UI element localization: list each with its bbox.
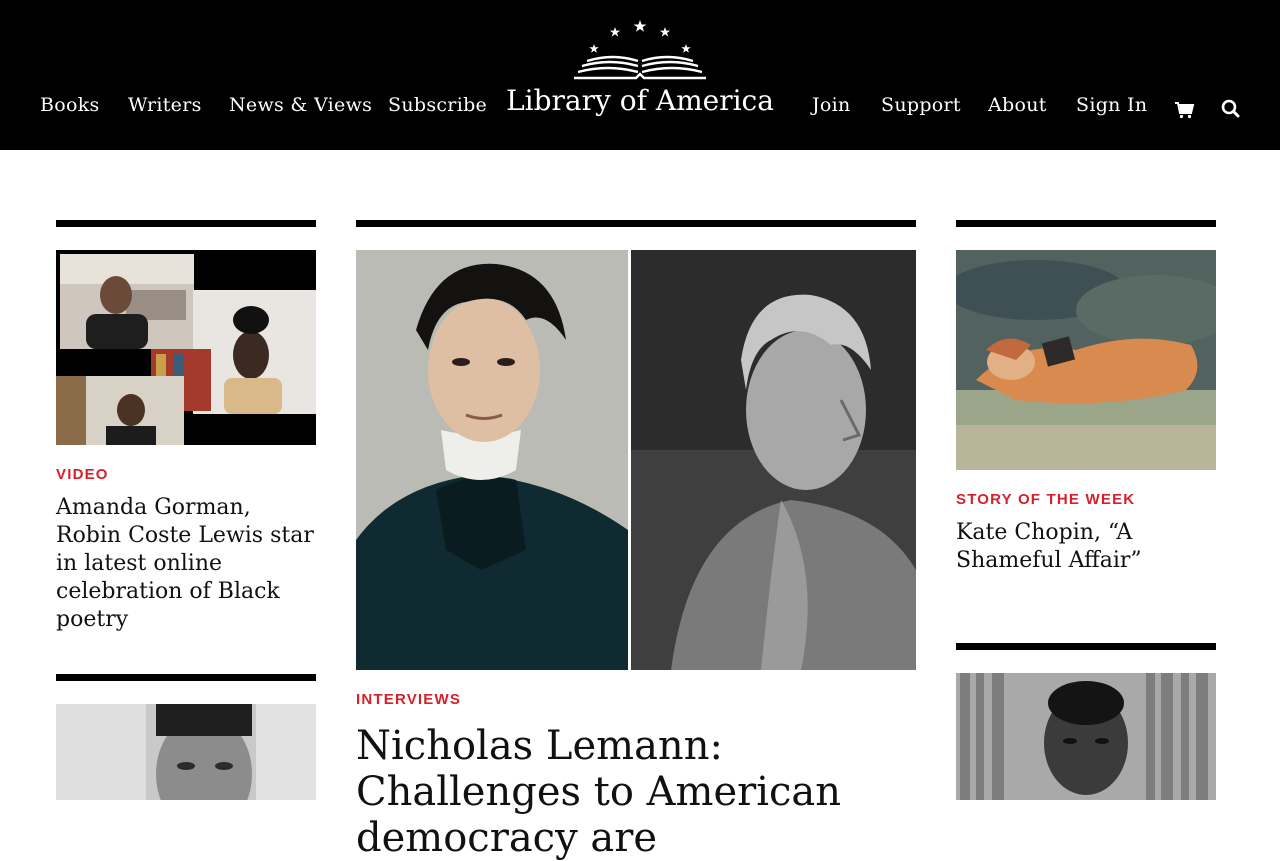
card-label-video[interactable]: VIDEO [56,466,109,483]
nav-support[interactable]: Support [881,94,961,116]
search-icon[interactable] [1220,98,1242,120]
tocqueville-portrait-image[interactable] [356,250,628,670]
nav-about[interactable]: About [988,94,1047,116]
card-headline-chopin[interactable]: Kate Chopin, “A Shameful Affair” [956,519,1216,575]
portrait-man-black-white-image[interactable] [56,704,316,800]
portrait-man-bookshelf-image[interactable] [956,673,1216,800]
section-rule [956,643,1216,650]
nav-writers[interactable]: Writers [128,94,202,116]
nav-books[interactable]: Books [40,94,100,116]
feature-label-interviews[interactable]: INTERVIEWS [356,691,461,708]
site-logo-text[interactable]: Library of America [500,84,780,117]
nav-join[interactable]: Join [812,94,851,116]
nav-news-views[interactable]: News & Views [229,94,372,116]
cart-icon[interactable] [1173,98,1195,120]
feature-headline-lemann[interactable]: Nicholas Lemann: Challenges to American … [356,723,936,861]
nav-subscribe[interactable]: Subscribe [388,94,487,116]
logo-stars-book-icon[interactable] [566,18,714,84]
section-rule [356,220,916,227]
section-rule [56,220,316,227]
video-call-grid-image[interactable] [56,250,316,445]
card-label-story-of-the-week[interactable]: STORY OF THE WEEK [956,491,1135,508]
jane-addams-portrait-image[interactable] [631,250,916,670]
card-headline-gorman[interactable]: Amanda Gorman, Robin Coste Lewis star in… [56,494,318,634]
section-rule [56,674,316,681]
woman-reading-in-grass-painting-image[interactable] [956,250,1216,470]
section-rule [956,220,1216,227]
nav-sign-in[interactable]: Sign In [1076,94,1147,116]
site-header: Books Writers News & Views Subscribe Lib… [0,0,1280,150]
